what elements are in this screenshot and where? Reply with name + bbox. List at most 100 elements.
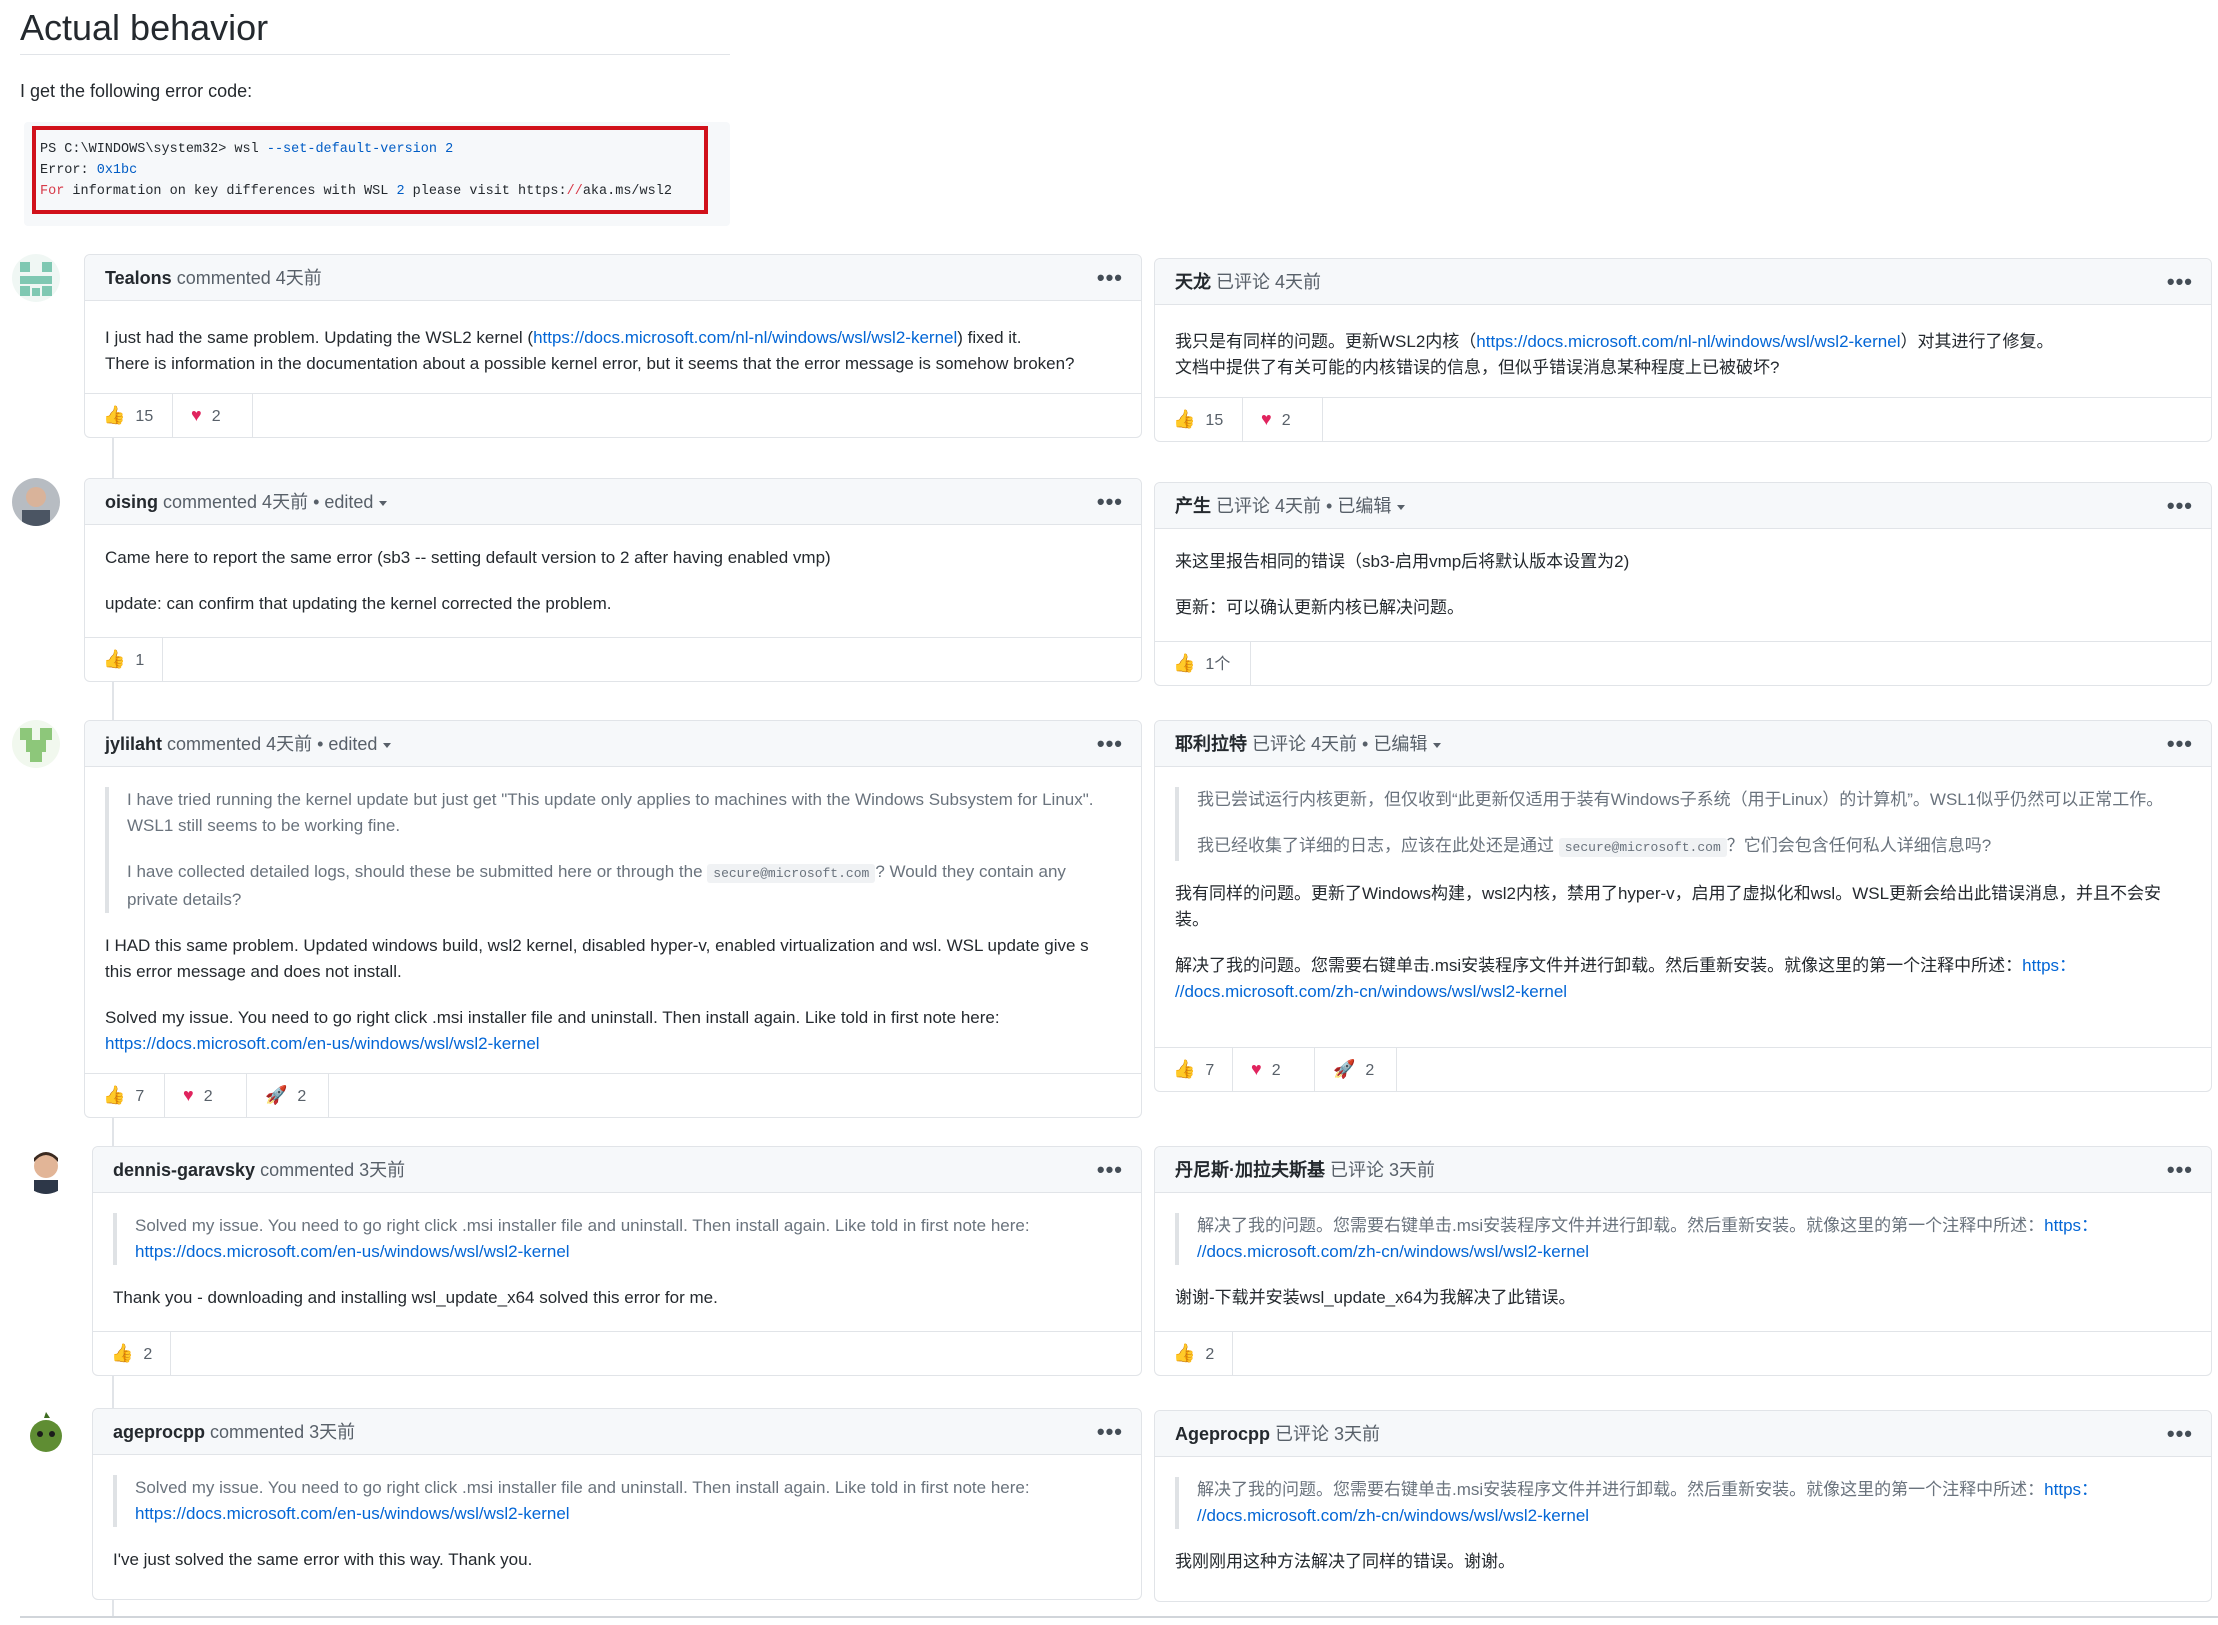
caret-down-icon[interactable] [379,500,388,506]
timeline-connector [112,1376,114,1410]
reactions-bar: 👍 1 [85,637,1141,681]
kernel-link[interactable]: https： [2044,1216,2098,1235]
kernel-link[interactable]: //docs.microsoft.com/zh-cn/windows/wsl/w… [1175,982,1567,1001]
kernel-link[interactable]: https://docs.microsoft.com/nl-nl/windows… [1476,332,1900,351]
comment-meta: commented 3天前 [210,1422,356,1442]
reaction-thumbs-up[interactable]: 👍 15 [1155,398,1243,441]
comment-author[interactable]: ageprocpp [113,1422,205,1442]
kebab-menu-icon[interactable]: ••• [2167,259,2193,305]
comment-author[interactable]: Tealons [105,268,172,288]
comment-author[interactable]: Ageprocpp [1175,1424,1270,1444]
kebab-menu-icon[interactable]: ••• [1097,1147,1123,1193]
comment-author[interactable]: jylilaht [105,734,162,754]
rocket-icon: 🚀 [1333,1059,1356,1079]
heart-icon: ♥ [1261,409,1272,429]
comment-header: 产生 已评论 4天前 • 已编辑 ••• [1155,483,2211,529]
kernel-link[interactable]: https://docs.microsoft.com/en-us/windows… [135,1242,570,1261]
kebab-menu-icon[interactable]: ••• [2167,1147,2193,1193]
kernel-link[interactable]: https： [2044,1480,2098,1499]
blockquote: I have tried running the kernel update b… [105,787,1117,913]
kebab-menu-icon[interactable]: ••• [2167,483,2193,529]
reaction-rocket[interactable]: 🚀 2 [1315,1048,1397,1091]
comment-author[interactable]: 天龙 [1175,272,1211,292]
comment-meta[interactable]: 已评论 4天前 • 已编辑 [1252,734,1427,754]
reaction-thumbs-up[interactable]: 👍 7 [85,1074,165,1117]
comment-meta: 已评论 3天前 [1275,1424,1381,1444]
caret-down-icon[interactable] [1433,742,1442,748]
thumbs-up-icon: 👍 [1173,1343,1196,1363]
comment-card-translated: Ageprocpp 已评论 3天前 ••• 解决了我的问题。您需要右键单击.ms… [1154,1410,2212,1602]
comment-author[interactable]: dennis-garavsky [113,1160,255,1180]
comment-header: Ageprocpp 已评论 3天前 ••• [1155,1411,2211,1457]
reaction-heart[interactable]: ♥ 2 [1233,1048,1315,1091]
rocket-icon: 🚀 [265,1085,288,1105]
bottom-divider [20,1616,2218,1618]
heart-icon: ♥ [191,405,202,425]
thumbs-up-icon: 👍 [103,649,126,669]
reactions-bar: 👍 7 ♥ 2 🚀 2 [85,1073,1141,1117]
avatar-oising[interactable] [12,478,60,526]
comment-card: oising commented 4天前 • edited ••• Came h… [84,478,1142,682]
reaction-heart[interactable]: ♥ 2 [165,1074,247,1117]
reaction-thumbs-up[interactable]: 👍 1 [85,638,163,681]
kernel-link[interactable]: //docs.microsoft.com/zh-cn/windows/wsl/w… [1197,1242,1589,1261]
kernel-link[interactable]: https://docs.microsoft.com/en-us/windows… [135,1504,570,1523]
avatar-tealons[interactable] [12,254,60,302]
thumbs-up-icon: 👍 [1173,1059,1196,1079]
intro-text: I get the following error code: [20,81,253,101]
comment-card-translated: 产生 已评论 4天前 • 已编辑 ••• 来这里报告相同的错误（sb3-启用vm… [1154,482,2212,686]
comment-meta: 已评论 4天前 [1216,272,1322,292]
reaction-thumbs-up[interactable]: 👍 2 [93,1332,171,1375]
kernel-link[interactable]: https： [2022,956,2076,975]
reaction-thumbs-up[interactable]: 👍 1个 [1155,642,1251,685]
avatar-ageprocpp[interactable] [22,1408,70,1456]
avatar-jylilaht[interactable] [12,720,60,768]
comment-header: oising commented 4天前 • edited ••• [85,479,1141,525]
reaction-heart[interactable]: ♥ 2 [1243,398,1323,441]
blockquote: 解决了我的问题。您需要右键单击.msi安装程序文件并进行卸载。然后重新安装。就像… [1175,1477,2187,1529]
comment-author[interactable]: 耶利拉特 [1175,734,1247,754]
caret-down-icon[interactable] [383,742,392,748]
comment-body: 来这里报告相同的错误（sb3-启用vmp后将默认版本设置为2) 更新：可以确认更… [1175,552,1630,617]
kebab-menu-icon[interactable]: ••• [1097,255,1123,301]
comment-author[interactable]: oising [105,492,158,512]
comment-body: 我已尝试运行内核更新，但仅收到“此更新仅适用于装有Windows子系统（用于Li… [1175,787,2187,1005]
reaction-heart[interactable]: ♥ 2 [173,394,253,437]
comment-meta: 已评论 3天前 [1330,1160,1436,1180]
error-code-block: PS C:\WINDOWS\system32> wsl --set-defaul… [24,122,730,226]
kebab-menu-icon[interactable]: ••• [2167,721,2193,767]
comment-meta[interactable]: 已评论 4天前 • 已编辑 [1216,496,1391,516]
avatar-dennis-garavsky[interactable] [22,1146,70,1194]
comment-author[interactable]: 丹尼斯·加拉夫斯基 [1175,1160,1325,1180]
reactions-bar: 👍 15 ♥ 2 [85,393,1141,437]
comment-card-translated: 丹尼斯·加拉夫斯基 已评论 3天前 ••• 解决了我的问题。您需要右键单击.ms… [1154,1146,2212,1376]
kebab-menu-icon[interactable]: ••• [1097,1409,1123,1455]
blockquote: 解决了我的问题。您需要右键单击.msi安装程序文件并进行卸载。然后重新安装。就像… [1175,1213,2187,1265]
blockquote: Solved my issue. You need to go right cl… [113,1475,1117,1527]
kernel-link[interactable]: https://docs.microsoft.com/nl-nl/windows… [533,328,957,347]
kebab-menu-icon[interactable]: ••• [1097,479,1123,525]
comment-card: Tealons commented 4天前 ••• I just had the… [84,254,1142,438]
reaction-rocket[interactable]: 🚀 2 [247,1074,329,1117]
caret-down-icon[interactable] [1397,504,1406,510]
comment-header: jylilaht commented 4天前 • edited ••• [85,721,1141,767]
reactions-bar: 👍 7 ♥ 2 🚀 2 [1155,1047,2211,1091]
comment-author[interactable]: 产生 [1175,496,1211,516]
comment-card-translated: 天龙 已评论 4天前 ••• 我只是有同样的问题。更新WSL2内核（https:… [1154,258,2212,442]
comment-body: Solved my issue. You need to go right cl… [113,1475,1117,1573]
reaction-thumbs-up[interactable]: 👍 2 [1155,1332,1233,1375]
reaction-thumbs-up[interactable]: 👍 15 [85,394,173,437]
reactions-bar: 👍 15 ♥ 2 [1155,397,2211,441]
comment-header: ageprocpp commented 3天前 ••• [93,1409,1141,1455]
kebab-menu-icon[interactable]: ••• [1097,721,1123,767]
kernel-link[interactable]: //docs.microsoft.com/zh-cn/windows/wsl/w… [1197,1506,1589,1525]
kebab-menu-icon[interactable]: ••• [2167,1411,2193,1457]
comment-meta[interactable]: commented 4天前 • edited [167,734,377,754]
blockquote: 我已尝试运行内核更新，但仅收到“此更新仅适用于装有Windows子系统（用于Li… [1175,787,2187,861]
comment-meta[interactable]: commented 4天前 • edited [163,492,373,512]
comment-body: I have tried running the kernel update b… [105,787,1117,1057]
comment-header: 耶利拉特 已评论 4天前 • 已编辑 ••• [1155,721,2211,767]
inline-code: secure@microsoft.com [1558,838,1727,857]
kernel-link[interactable]: https://docs.microsoft.com/en-us/windows… [105,1034,540,1053]
reaction-thumbs-up[interactable]: 👍 7 [1155,1048,1233,1091]
